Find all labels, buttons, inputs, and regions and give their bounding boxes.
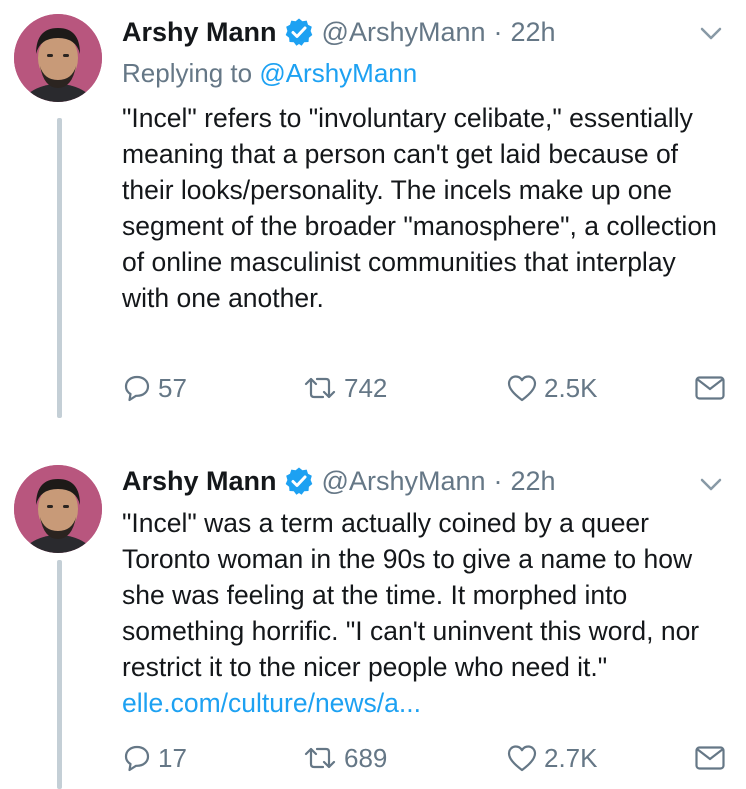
verified-badge-icon <box>284 17 314 47</box>
like-count: 2.7K <box>544 742 598 773</box>
separator: · <box>493 16 503 47</box>
avatar[interactable] <box>14 465 102 553</box>
timestamp[interactable]: 22h <box>511 466 556 497</box>
author-name[interactable]: Arshy Mann <box>122 17 277 48</box>
avatar[interactable] <box>14 14 102 102</box>
heart-icon <box>507 745 537 772</box>
reply-button[interactable]: 17 <box>122 738 187 778</box>
retweet-button[interactable]: 689 <box>302 738 387 778</box>
timestamp[interactable]: 22h <box>511 17 556 48</box>
envelope-icon <box>695 376 725 400</box>
author-handle[interactable]: @ArshyMann <box>322 17 486 48</box>
chevron-down-icon[interactable] <box>698 20 724 46</box>
replying-to: Replying to @ArshyMann <box>122 58 417 89</box>
like-button[interactable]: 2.7K <box>506 738 598 778</box>
tweet-text: "Incel" was a term actually coined by a … <box>122 505 722 721</box>
reply-icon <box>124 745 150 772</box>
avatar-image <box>14 465 102 553</box>
avatar-image <box>14 14 102 102</box>
tweet-text: "Incel" refers to "involuntary celibate,… <box>122 100 722 316</box>
envelope-icon <box>695 746 725 770</box>
direct-message-button[interactable] <box>694 368 726 408</box>
reply-count: 57 <box>158 372 187 403</box>
tweet-text-content: "Incel" refers to "involuntary celibate,… <box>122 103 717 313</box>
direct-message-button[interactable] <box>694 738 726 778</box>
author-name[interactable]: Arshy Mann <box>122 466 277 497</box>
retweet-count: 689 <box>344 742 388 773</box>
like-count: 2.5K <box>544 372 598 403</box>
like-button[interactable]: 2.5K <box>506 368 598 408</box>
heart-icon <box>507 375 537 402</box>
retweet-icon <box>304 377 336 399</box>
tweet-text-content: "Incel" was a term actually coined by a … <box>122 508 700 682</box>
author-handle[interactable]: @ArshyMann <box>322 466 486 497</box>
reply-count: 17 <box>158 742 187 773</box>
reply-button[interactable]: 57 <box>122 368 187 408</box>
tweet-actions: 57 742 2.5K <box>122 368 730 408</box>
retweet-icon <box>304 747 336 769</box>
tweet[interactable]: Arshy Mann @ArshyMann · 22h "Incel" was … <box>0 455 746 789</box>
separator: · <box>493 465 503 496</box>
retweet-button[interactable]: 742 <box>302 368 387 408</box>
tweet[interactable]: Arshy Mann @ArshyMann · 22h Replying to … <box>0 0 746 440</box>
replying-prefix: Replying to <box>122 58 253 88</box>
tweet-header: Arshy Mann @ArshyMann · 22h <box>122 10 556 54</box>
retweet-count: 742 <box>344 372 388 403</box>
tweet-actions: 17 689 2.7K <box>122 738 730 778</box>
verified-badge-icon <box>284 466 314 496</box>
chevron-down-icon[interactable] <box>698 471 724 497</box>
reply-icon <box>124 375 150 402</box>
tweet-header: Arshy Mann @ArshyMann · 22h <box>122 459 556 503</box>
article-link[interactable]: elle.com/culture/news/a... <box>122 688 421 718</box>
replying-handle-link[interactable]: @ArshyMann <box>259 58 417 88</box>
